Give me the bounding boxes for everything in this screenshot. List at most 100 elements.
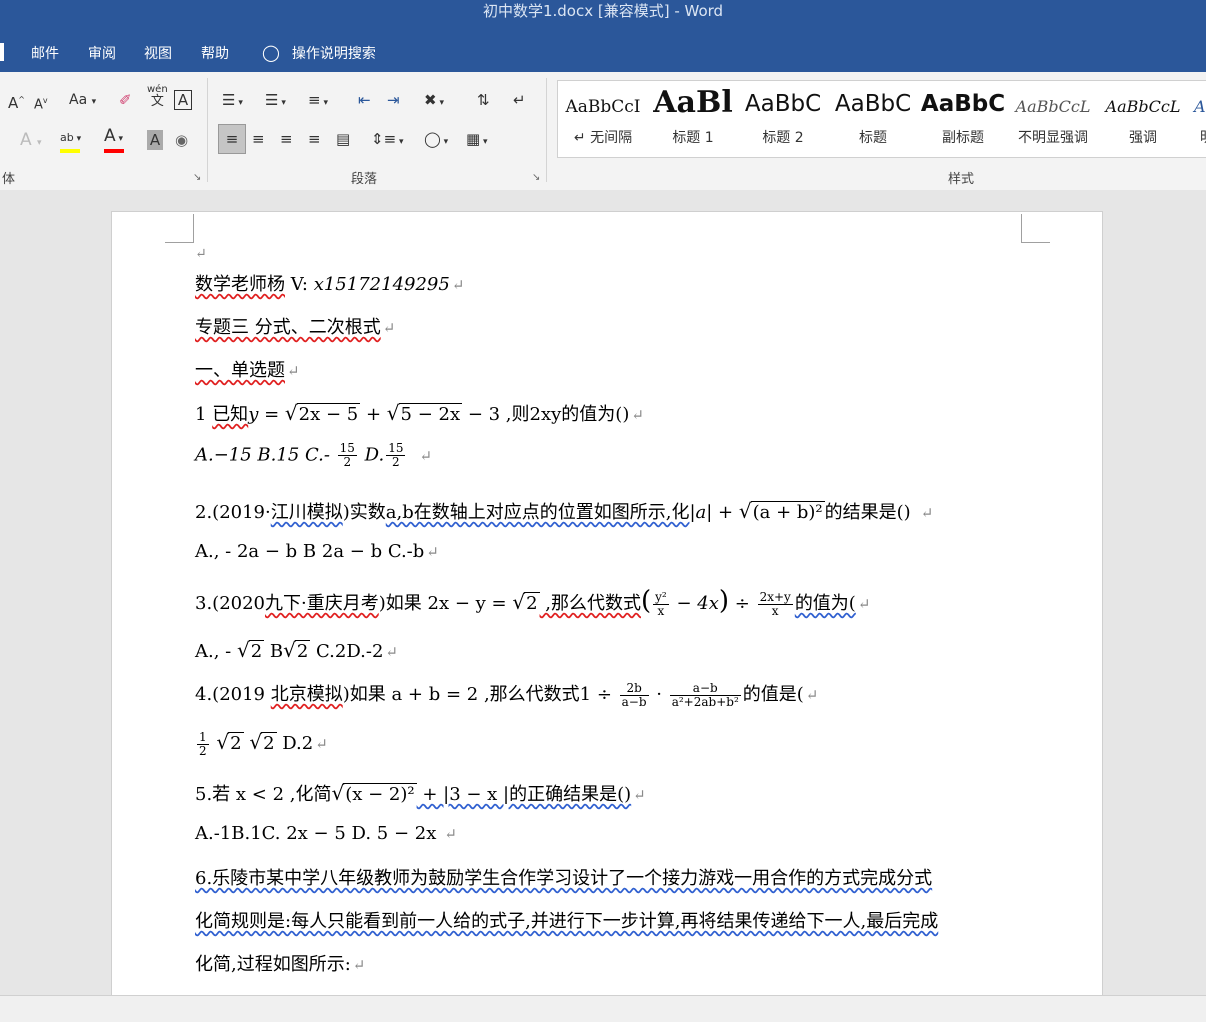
ribbon-tabs: 邮件 审阅 视图 帮助 ◯ 操作说明搜索	[0, 34, 1206, 72]
math: − 4x	[670, 593, 719, 614]
bullets-icon[interactable]: ☰ ▾	[222, 90, 243, 113]
math: )如果 2x − y =	[378, 593, 513, 614]
style-sample: AaBbCcI	[565, 97, 641, 117]
window-title: 初中数学1.docx [兼容模式] - Word	[482, 2, 724, 20]
numbering-icon[interactable]: ☰ ▾	[265, 90, 286, 113]
tab-mailings[interactable]: 邮件	[31, 43, 59, 63]
tell-me-label: 操作说明搜索	[291, 46, 376, 62]
question-4-options: 12 √2 √2 D.2 ↵	[195, 730, 328, 758]
tab-review[interactable]: 审阅	[88, 43, 116, 63]
justify-icon[interactable]: ≡	[308, 129, 321, 149]
style-heading-1[interactable]: AaBl 标题 1	[648, 81, 738, 157]
change-case-button[interactable]: Aa ▾	[69, 90, 96, 112]
option-text: C.2D.-2	[310, 641, 384, 662]
radicand: (x − 2)²	[343, 783, 417, 805]
text: V:	[285, 274, 314, 295]
style-emphasis[interactable]: AaBbCcL 强调	[1098, 81, 1188, 157]
question-1: 1 已知y = √2x − 5 + √5 − 2x − 3 ,则2xy的值为()…	[195, 400, 644, 426]
chinese-layout-icon[interactable]: ✖ ▾	[424, 90, 444, 113]
style-name: 明	[1188, 127, 1206, 147]
question-2: 2.(2019·江川模拟)实数a,b在数轴上对应点的位置如图所示,化|a| + …	[195, 498, 933, 524]
source: 北京模拟	[270, 684, 343, 705]
highlight-icon[interactable]: ab ▾	[60, 128, 81, 153]
text: 化简规则是:每人只能看到前一人给的式子,并进行下一步计算,再将结果传递给下一人,…	[195, 911, 939, 932]
style-name: 副标题	[942, 130, 984, 146]
doc-line-3: 一、单选题 ↵	[195, 356, 300, 382]
line-spacing-icon[interactable]: ⇕≡ ▾	[371, 129, 404, 152]
tab-partial[interactable]	[0, 43, 4, 61]
separator	[207, 78, 208, 182]
para-mark: ↵	[451, 276, 465, 294]
text: 的值为(	[794, 593, 856, 614]
char-border-icon[interactable]: A	[174, 90, 192, 110]
question-6-line-3: 化简,过程如图所示: ↵	[195, 950, 365, 976]
font-color-icon[interactable]: A ▾	[104, 126, 124, 153]
tab-view[interactable]: 视图	[144, 43, 172, 63]
style-sample: AaBbC	[920, 91, 1006, 117]
style-no-spacing[interactable]: AaBbCcI ↵ 无间隔	[558, 81, 648, 157]
para-mark: ↵	[382, 319, 396, 337]
style-heading-2[interactable]: AaBbC 标题 2	[738, 81, 828, 157]
paragraph-dialog-launcher-icon[interactable]: ↘	[532, 172, 540, 183]
decrease-indent-icon[interactable]: ⇤	[358, 90, 371, 110]
tell-me-search[interactable]: ◯ 操作说明搜索	[262, 43, 376, 63]
style-intense-emphasis[interactable]: A 明	[1188, 81, 1206, 157]
document-page[interactable]: ↵ 数学老师杨 V: x15172149295 ↵ 专题三 分式、二次根式 ↵ 一、…	[111, 211, 1103, 1013]
style-subtle-emphasis[interactable]: AaBbCcL 不明显强调	[1008, 81, 1098, 157]
enclose-char-icon[interactable]: ◉	[175, 130, 188, 150]
option-text: A., - 2a − b B 2a − b C.-b	[195, 541, 425, 562]
increase-indent-icon[interactable]: ⇥	[387, 90, 400, 110]
question-4: 4.(2019 北京模拟)如果 a + b = 2 ,那么代数式1 ÷ 2b a−…	[195, 680, 818, 709]
option-text: A.−15 B.15 C.-	[195, 444, 336, 466]
style-title[interactable]: AaBbC 标题	[828, 81, 918, 157]
question-3-options: A., - √2 B√2 C.2D.-2 ↵	[195, 638, 398, 662]
text: 6.乐陵市某中学八年级教师为鼓励学生合作学习设计了一个接力游戏一用合作的方式完成…	[195, 868, 933, 889]
text-effects-icon[interactable]: A ▾	[20, 130, 42, 153]
shrink-font-icon[interactable]: Av	[34, 91, 48, 115]
para-mark: ↵	[633, 786, 646, 804]
distributed-icon[interactable]: ▤	[336, 129, 350, 149]
radicand: 2	[294, 640, 311, 662]
section-heading: 一、单选题	[195, 360, 285, 381]
para-mark: ↵	[920, 504, 934, 522]
align-right-icon[interactable]: ≡	[280, 129, 293, 149]
status-bar	[0, 995, 1206, 1022]
show-marks-icon[interactable]: ↵	[513, 90, 526, 110]
grow-font-icon[interactable]: A^	[8, 90, 25, 113]
style-sample: AaBbC	[744, 91, 822, 117]
fraction: y² x	[653, 590, 669, 618]
math: 5.若 x < 2 ,化简	[195, 784, 332, 805]
char-shading-icon[interactable]: A	[147, 130, 163, 150]
style-name: 标题 2	[762, 130, 804, 146]
math: ÷	[729, 593, 756, 614]
style-subtitle[interactable]: AaBbC 副标题	[918, 81, 1008, 157]
para-mark: ↵	[287, 362, 300, 380]
sort-icon[interactable]: ⇅	[477, 90, 490, 110]
numerator: 2b	[619, 681, 649, 696]
fraction: 12	[197, 730, 209, 758]
text: + |3 − x |的正确结果是()	[416, 784, 632, 805]
align-center-icon[interactable]: ≡	[252, 129, 265, 149]
style-name: 不明显强调	[1018, 130, 1088, 146]
text: 1	[195, 404, 207, 425]
separator	[546, 78, 547, 182]
para-mark: ↵	[857, 595, 871, 613]
phonetic-bottom: 文	[150, 94, 164, 109]
source: 九下·重庆月考	[265, 593, 379, 614]
fraction: 15 2	[386, 442, 406, 469]
clear-format-icon[interactable]: ✐	[119, 90, 132, 110]
tab-help[interactable]: 帮助	[201, 43, 229, 63]
phonetic-guide-icon[interactable]: wén 文	[147, 84, 168, 109]
math: y =	[248, 404, 285, 425]
multilevel-list-icon[interactable]: ≡ ▾	[308, 90, 328, 113]
font-dialog-launcher-icon[interactable]: ↘	[193, 172, 201, 183]
shading-icon[interactable]: ◯ ▾	[424, 129, 448, 152]
align-left-icon[interactable]: ≡	[218, 124, 246, 154]
borders-icon[interactable]: ▦ ▾	[466, 129, 488, 152]
text: 3.(2020	[195, 593, 266, 614]
denominator: a−b	[621, 694, 647, 709]
para-mark: ↵	[426, 543, 439, 561]
radicand: 2x − 5	[296, 403, 361, 425]
styles-gallery: AaBbCcI ↵ 无间隔 AaBl 标题 1 AaBbC 标题 2 AaBbC…	[557, 80, 1206, 158]
text: 的结果是()	[824, 502, 911, 523]
